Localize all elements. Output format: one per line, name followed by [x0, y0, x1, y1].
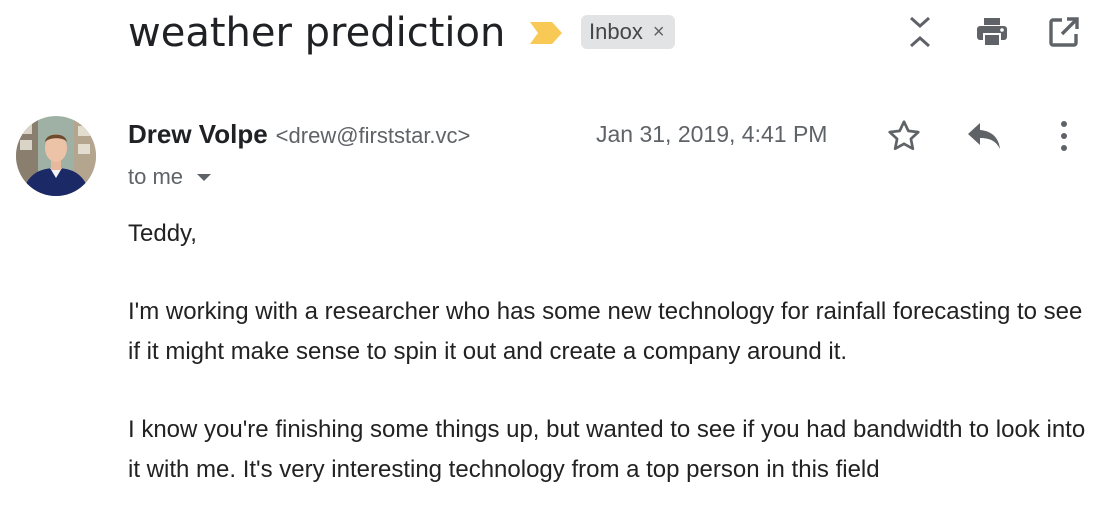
sender-email: <drew@firststar.vc>	[275, 123, 471, 148]
body-paragraph-2: I know you're finishing some things up, …	[128, 416, 1086, 483]
recipients-text: to me	[128, 164, 184, 189]
reply-icon[interactable]	[964, 117, 1004, 155]
avatar	[16, 116, 96, 196]
sender-line: Drew Volpe <drew@firststar.vc>	[128, 119, 470, 153]
label-chip-text: Inbox	[589, 19, 643, 44]
expand-collapse-icon[interactable]	[904, 14, 936, 50]
open-in-new-window-icon[interactable]	[1046, 14, 1082, 50]
remove-label-icon[interactable]: ×	[653, 21, 665, 44]
message-body: Teddy, I'm working with a researcher who…	[128, 214, 1100, 528]
more-vertical-icon[interactable]	[1050, 117, 1078, 155]
email-subject: weather prediction	[128, 10, 506, 56]
importance-marker-icon[interactable]	[528, 20, 564, 46]
sender-name[interactable]: Drew Volpe	[128, 119, 268, 150]
body-greeting: Teddy,	[128, 220, 197, 247]
printer-icon[interactable]	[974, 14, 1010, 50]
star-icon[interactable]	[884, 117, 924, 155]
message-date: Jan 31, 2019, 4:41 PM	[596, 121, 828, 147]
recipients-dropdown[interactable]: to me	[128, 162, 212, 192]
label-chip-inbox[interactable]: Inbox ×	[581, 15, 675, 49]
body-paragraph-1: I'm working with a researcher who has so…	[128, 298, 1083, 365]
caret-down-icon	[197, 173, 212, 181]
